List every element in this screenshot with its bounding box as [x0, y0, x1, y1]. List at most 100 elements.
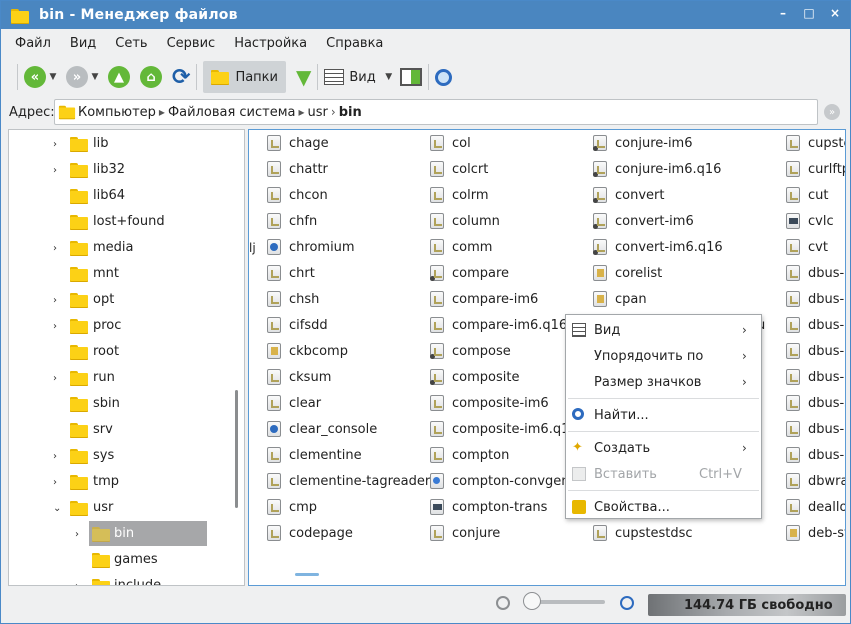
expand-icon[interactable]: › [53, 373, 57, 384]
tree-item-root[interactable]: root [9, 339, 244, 365]
file-item[interactable]: codepage [267, 522, 353, 544]
file-item[interactable]: dbwra [786, 470, 845, 492]
file-item[interactable]: composite-im6 [430, 392, 549, 414]
expand-icon[interactable]: › [53, 451, 57, 462]
file-item[interactable]: dbus-u [786, 444, 845, 466]
folder-tree[interactable]: › lib › lib32 lib64 lost+found › media mnt … [8, 129, 245, 586]
home-icon[interactable]: ⌂ [140, 66, 162, 88]
file-item[interactable]: deb-sy [786, 522, 845, 544]
menu-settings[interactable]: Настройка [234, 36, 307, 51]
forward-icon[interactable]: » [66, 66, 88, 88]
file-item[interactable]: cupste [786, 132, 845, 154]
file-item[interactable]: compare-im6.q16 [430, 314, 567, 336]
file-item[interactable]: composite [430, 366, 519, 388]
file-item[interactable]: clear_console [267, 418, 377, 440]
file-item[interactable]: ckbcomp [267, 340, 348, 362]
file-item[interactable]: col [430, 132, 471, 154]
file-item[interactable]: dbus-l [786, 314, 845, 336]
menu-network[interactable]: Сеть [115, 36, 147, 51]
menu-help[interactable]: Справка [326, 36, 383, 51]
tree-item-media[interactable]: › media [9, 235, 244, 261]
file-item[interactable]: corelist [593, 262, 662, 284]
file-item[interactable]: cvt [786, 236, 828, 258]
tree-item-run[interactable]: › run [9, 365, 244, 391]
zoom-slider-handle[interactable] [523, 592, 541, 610]
file-item[interactable]: dbus-s [786, 392, 845, 414]
tree-item-games[interactable]: games [9, 547, 244, 573]
file-item[interactable]: chfn [267, 210, 317, 232]
split-view-icon[interactable] [399, 62, 422, 92]
file-item[interactable]: conjure [430, 522, 500, 544]
file-list-scrollbar[interactable] [295, 573, 319, 576]
file-item[interactable]: cvlc [786, 210, 834, 232]
file-item[interactable]: cksum [267, 366, 331, 388]
file-item[interactable]: cifsdd [267, 314, 328, 336]
tree-item-lib64[interactable]: lib64 [9, 183, 244, 209]
tree-item-opt[interactable]: › opt [9, 287, 244, 313]
ctx-sort-by[interactable]: Упорядочить по › [566, 344, 761, 368]
back-dropdown-icon[interactable]: ▼ [46, 72, 60, 82]
expand-icon[interactable]: › [53, 139, 57, 150]
expand-icon[interactable]: › [75, 581, 79, 586]
up-icon[interactable]: ▲ [108, 66, 130, 88]
menu-view[interactable]: Вид [70, 36, 96, 51]
tree-item-sys[interactable]: › sys [9, 443, 244, 469]
expand-icon[interactable]: › [53, 321, 57, 332]
go-icon[interactable]: » [824, 104, 840, 120]
file-item[interactable]: chrt [267, 262, 315, 284]
tree-item-bin[interactable]: › bin [9, 521, 244, 547]
file-item[interactable]: deallo [786, 496, 845, 518]
file-item[interactable]: chattr [267, 158, 328, 180]
tree-item-lib32[interactable]: › lib32 [9, 157, 244, 183]
folders-toggle-button[interactable]: Папки [203, 61, 286, 93]
file-item[interactable]: cmp [267, 496, 317, 518]
view-dropdown-icon[interactable]: ▼ [382, 72, 396, 82]
file-item[interactable]: dbus-r [786, 366, 845, 388]
file-item[interactable]: clementine-tagreader [267, 470, 430, 492]
view-button[interactable]: Вид [324, 62, 376, 92]
file-item[interactable]: dbus-c [786, 262, 845, 284]
ctx-find[interactable]: Найти... [566, 403, 761, 427]
file-item[interactable]: compare [430, 262, 509, 284]
file-item[interactable]: compton-convgen. [430, 470, 574, 492]
file-item[interactable]: chromium [267, 236, 355, 258]
ctx-view[interactable]: Вид › [566, 318, 761, 342]
file-item[interactable]: convert [593, 184, 664, 206]
tree-item-proc[interactable]: › proc [9, 313, 244, 339]
file-item[interactable]: compton [430, 444, 509, 466]
ctx-create[interactable]: ✦ Создать › [566, 436, 761, 460]
file-item[interactable]: compton-trans [430, 496, 547, 518]
file-item[interactable]: dbus-r [786, 340, 845, 362]
ctx-paste[interactable]: Вставить Ctrl+V [566, 462, 761, 486]
file-item[interactable]: dbus-c [786, 288, 845, 310]
address-breadcrumb[interactable]: Компьютер ▸ Файловая система ▸ usr › bin [54, 99, 818, 125]
expand-icon[interactable]: › [53, 295, 57, 306]
tree-item-usr[interactable]: ⌄ usr [9, 495, 244, 521]
file-item[interactable]: cut [786, 184, 828, 206]
ctx-icon-size[interactable]: Размер значков › [566, 370, 761, 394]
tree-item-mnt[interactable]: mnt [9, 261, 244, 287]
zoom-in-icon[interactable] [620, 596, 634, 610]
forward-dropdown-icon[interactable]: ▼ [88, 72, 102, 82]
file-item[interactable]: column [430, 210, 500, 232]
expand-icon[interactable]: › [53, 477, 57, 488]
file-item[interactable]: comm [430, 236, 492, 258]
crumb-computer[interactable]: Компьютер [78, 105, 156, 120]
crumb-filesystem[interactable]: Файловая система [168, 105, 296, 120]
minimize-button[interactable]: – [776, 5, 790, 21]
file-item[interactable]: compare-im6 [430, 288, 538, 310]
tree-item-tmp[interactable]: › tmp [9, 469, 244, 495]
tree-item-lib[interactable]: › lib [9, 131, 244, 157]
file-item[interactable]: conjure-im6 [593, 132, 693, 154]
file-item[interactable]: clementine [267, 444, 362, 466]
file-item[interactable]: composite-im6.q16 [430, 418, 578, 440]
file-item[interactable]: colcrt [430, 158, 488, 180]
file-item[interactable]: colrm [430, 184, 489, 206]
file-item[interactable]: convert-im6 [593, 210, 694, 232]
reload-icon[interactable]: ⟳ [172, 62, 190, 92]
close-button[interactable]: × [828, 5, 842, 21]
file-item[interactable]: curlftp [786, 158, 845, 180]
back-icon[interactable]: « [24, 66, 46, 88]
file-item[interactable]: convert-im6.q16 [593, 236, 723, 258]
expand-icon[interactable]: › [53, 165, 57, 176]
